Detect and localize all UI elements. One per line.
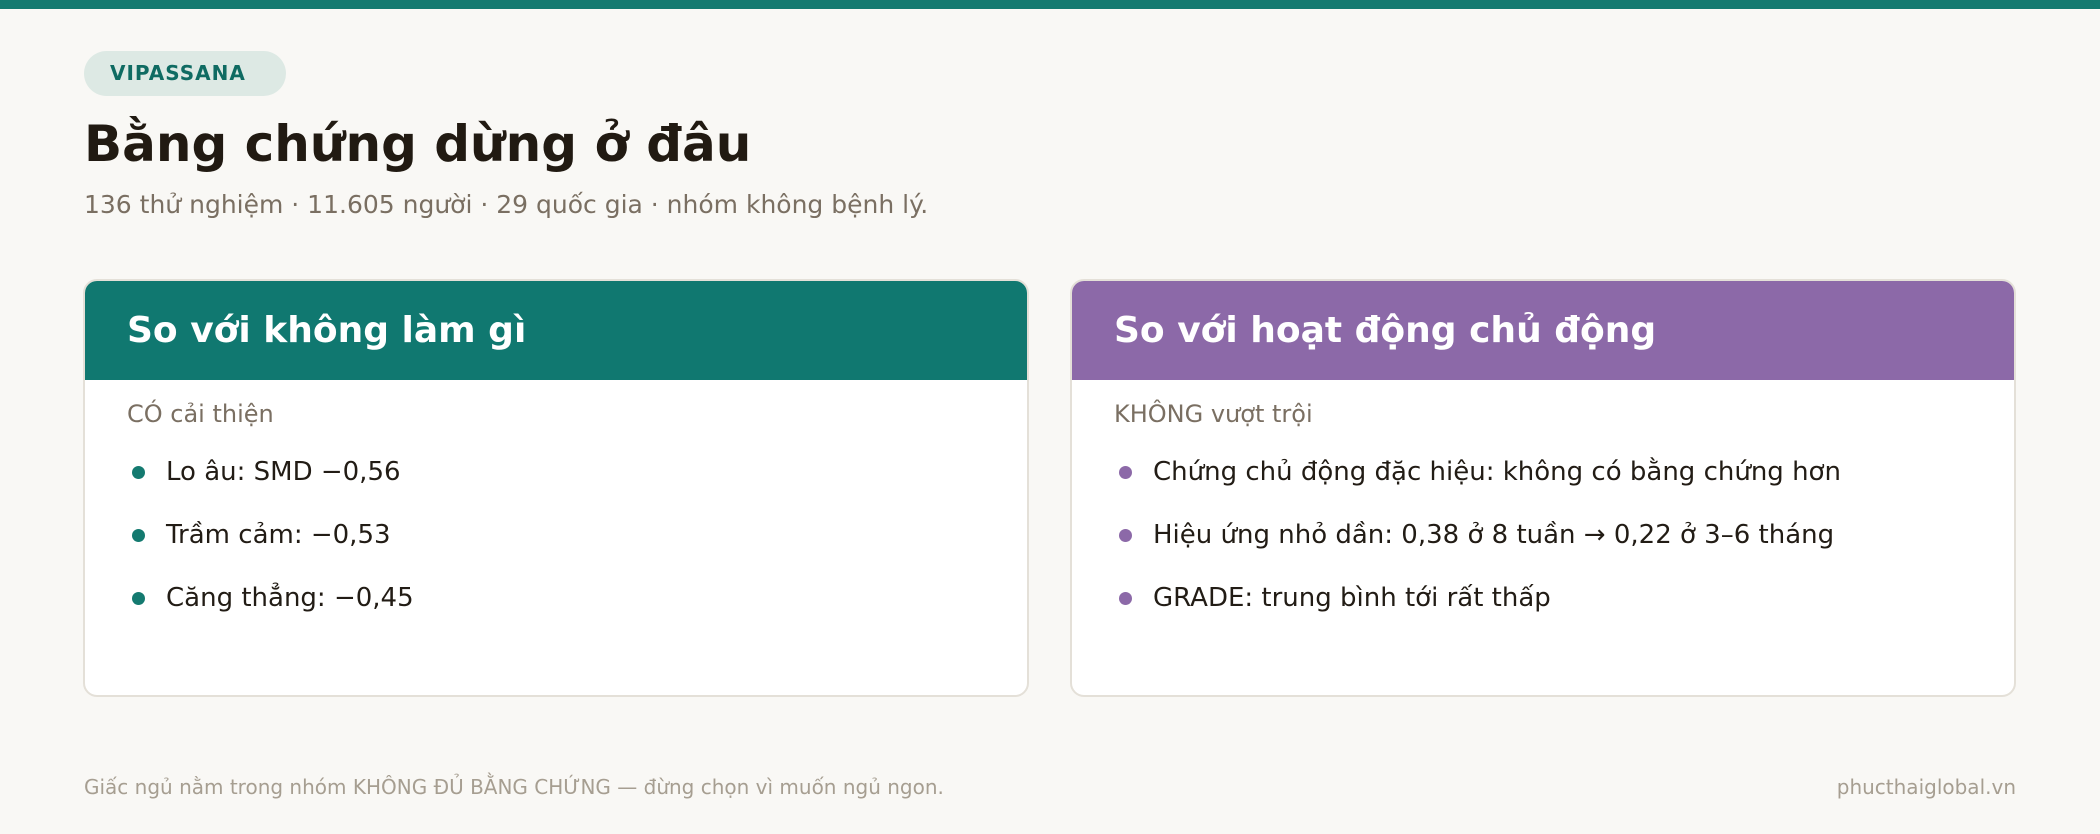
list-item: Trầm cảm: −0,53 bbox=[127, 515, 1027, 555]
bullet-dot-icon bbox=[1119, 465, 1132, 479]
bullet-dot-icon bbox=[132, 591, 145, 605]
page-subtitle: 136 thử nghiệm · 11.605 người · 29 quốc … bbox=[84, 190, 929, 219]
footer-note: Giấc ngủ nằm trong nhóm KHÔNG ĐỦ BẰNG CH… bbox=[84, 775, 944, 799]
list-item-text: Trầm cảm: −0,53 bbox=[166, 520, 391, 550]
card-kicker: KHÔNG vượt trội bbox=[1114, 400, 1313, 428]
bullet-dot-icon bbox=[132, 528, 145, 542]
list-item-text: GRADE: trung bình tới rất thấp bbox=[1153, 583, 1551, 613]
card-vs-nothing: So với không làm gì CÓ cải thiện Lo âu: … bbox=[83, 279, 1029, 697]
list-item-text: Hiệu ứng nhỏ dần: 0,38 ở 8 tuần → 0,22 ở… bbox=[1153, 520, 1835, 550]
list-item: GRADE: trung bình tới rất thấp bbox=[1114, 578, 2014, 618]
category-tag: VIPASSANA bbox=[84, 51, 286, 96]
top-accent-bar bbox=[0, 0, 2100, 9]
bullet-dot-icon bbox=[132, 465, 145, 479]
card-list: Chứng chủ động đặc hiệu: không có bằng c… bbox=[1072, 452, 2014, 618]
card-header: So với không làm gì bbox=[85, 281, 1027, 380]
card-header: So với hoạt động chủ động bbox=[1072, 281, 2014, 380]
card-list: Lo âu: SMD −0,56 Trầm cảm: −0,53 Căng th… bbox=[85, 452, 1027, 618]
list-item-text: Lo âu: SMD −0,56 bbox=[166, 457, 401, 487]
bullet-dot-icon bbox=[1119, 591, 1132, 605]
list-item-text: Căng thẳng: −0,45 bbox=[166, 583, 414, 613]
card-vs-active: So với hoạt động chủ động KHÔNG vượt trộ… bbox=[1070, 279, 2016, 697]
page-title: Bằng chứng dừng ở đâu bbox=[84, 115, 752, 173]
list-item-text: Chứng chủ động đặc hiệu: không có bằng c… bbox=[1153, 457, 1841, 487]
list-item: Chứng chủ động đặc hiệu: không có bằng c… bbox=[1114, 452, 2014, 492]
list-item: Hiệu ứng nhỏ dần: 0,38 ở 8 tuần → 0,22 ở… bbox=[1114, 515, 2014, 555]
bullet-dot-icon bbox=[1119, 528, 1132, 542]
card-kicker: CÓ cải thiện bbox=[127, 400, 274, 428]
footer-brand: phucthaiglobal.vn bbox=[1836, 775, 2016, 799]
list-item: Lo âu: SMD −0,56 bbox=[127, 452, 1027, 492]
list-item: Căng thẳng: −0,45 bbox=[127, 578, 1027, 618]
